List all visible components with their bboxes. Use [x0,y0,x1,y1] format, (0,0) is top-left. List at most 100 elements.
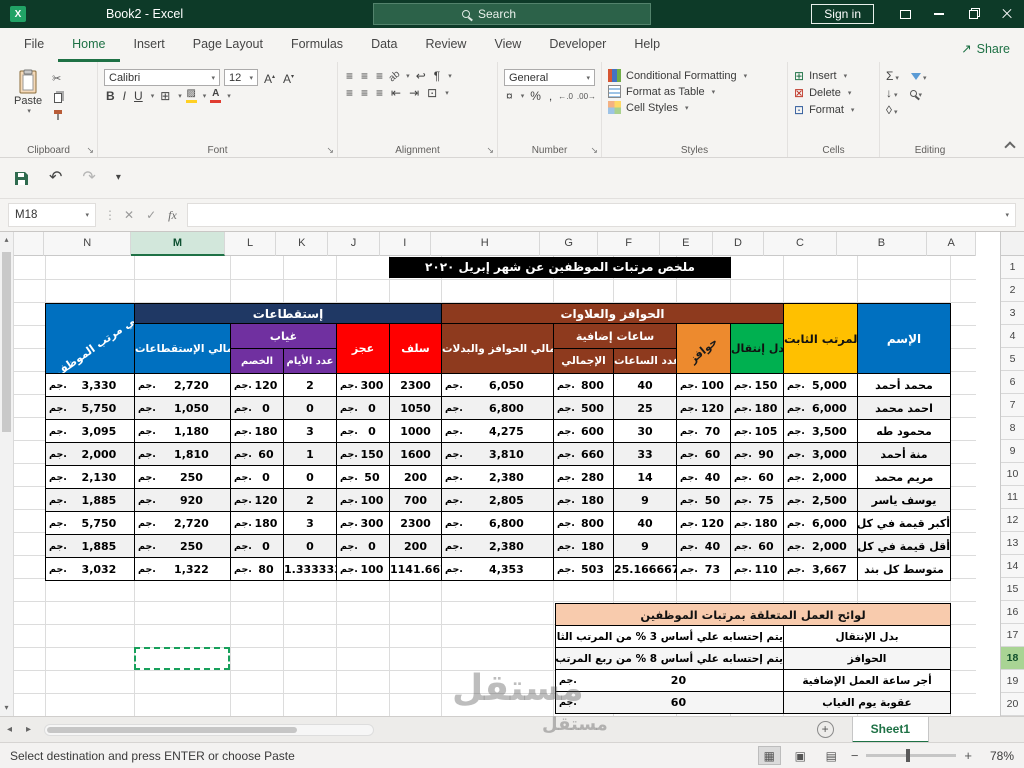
cell-total_deductions[interactable]: جم.1,322 [135,558,231,581]
rules-table-title[interactable]: لوائح العمل المتعلقة بمرتبات الموظفين [556,604,951,626]
rule-value[interactable]: يتم إحتسابه علي أساس 3 % من المرتب الثاب… [556,626,784,648]
cell-advances[interactable]: 1600 [390,443,442,466]
cell-days[interactable]: 1 [284,443,337,466]
cell-total_deductions[interactable]: جم.2,720 [135,374,231,397]
row-header-8[interactable]: 8 [1001,417,1024,440]
header-group-incentives[interactable]: الحوافز والعلاوات [442,304,784,324]
paste-button[interactable]: Paste▾ [6,66,50,121]
cell-hours[interactable]: 40 [614,374,677,397]
orientation-icon[interactable]: ab [387,68,403,84]
row-header-10[interactable]: 10 [1001,463,1024,486]
column-header-D[interactable]: D [713,232,765,256]
cell-transport[interactable]: جم.180 [731,397,784,420]
name-box[interactable]: M18▾ [8,203,96,227]
cell-overtime_total[interactable]: جم.800 [554,374,614,397]
sign-in-button[interactable]: Sign in [811,4,874,24]
column-header-C[interactable]: C [764,232,836,256]
zoom-slider-thumb[interactable] [906,749,910,762]
row-header-9[interactable]: 9 [1001,440,1024,463]
new-sheet-icon[interactable]: + [817,721,834,738]
cell-hours[interactable]: 30 [614,420,677,443]
cell-incentives[interactable]: جم.120 [677,512,731,535]
cell-total_incentives[interactable]: جم.2,380 [442,535,554,558]
redo-icon[interactable]: ↷ [82,170,95,186]
cell-total_incentives[interactable]: جم.4,353 [442,558,554,581]
cell-advances[interactable]: 200 [390,466,442,489]
cell-total_deductions[interactable]: جم.920 [135,489,231,512]
horizontal-scroll-thumb[interactable] [47,727,297,733]
format-cells-button[interactable]: ⊡Format▾ [794,103,873,117]
cell-total_deductions[interactable]: جم.1,050 [135,397,231,420]
font-size-select[interactable]: 12▾ [224,69,258,86]
header-overtime[interactable]: ساعات إضافية [554,324,677,349]
cell-advances[interactable]: 200 [390,535,442,558]
cell-absence_deduction[interactable]: جم.120 [231,374,284,397]
cell-total_deductions[interactable]: جم.1,180 [135,420,231,443]
cell-base[interactable]: جم.2,500 [784,489,858,512]
cell-hours[interactable]: 14 [614,466,677,489]
row-header-19[interactable]: 19 [1001,670,1024,693]
copy-icon[interactable] [54,93,62,103]
rule-value[interactable]: جم.20 [556,670,784,692]
column-header-H[interactable]: H [431,232,540,256]
cell-base[interactable]: جم.6,000 [784,397,858,420]
cell-net[interactable]: جم.5,750 [46,512,135,535]
cell-incentives[interactable]: جم.120 [677,397,731,420]
cell-total_deductions[interactable]: جم.250 [135,466,231,489]
page-break-view-icon[interactable]: ▤ [820,746,843,765]
cell-transport[interactable]: جم.110 [731,558,784,581]
cell-days[interactable]: 3 [284,420,337,443]
fill-color-icon[interactable]: ▨ [186,89,197,103]
cell-total_deductions[interactable]: جم.1,810 [135,443,231,466]
header-incentives[interactable]: حوافز [677,324,731,374]
zoom-slider[interactable] [866,754,956,757]
header-absence-days[interactable]: عدد الأيام [284,349,337,374]
cell-total_incentives[interactable]: جم.6,800 [442,397,554,420]
horizontal-scrollbar[interactable] [44,724,374,736]
cell-hours[interactable]: 9 [614,535,677,558]
cell-deficit[interactable]: جم.150 [337,443,390,466]
cell-base[interactable]: جم.3,667 [784,558,858,581]
next-sheet-icon[interactable]: ▸ [19,724,38,735]
increase-font-icon[interactable]: A▴ [262,70,277,86]
decrease-decimal-icon[interactable]: .00→ [577,92,596,101]
cell-base[interactable]: جم.3,500 [784,420,858,443]
ribbon-display-options-icon[interactable] [888,0,922,28]
cell-incentives[interactable]: جم.60 [677,443,731,466]
cell-net[interactable]: جم.2,130 [46,466,135,489]
header-total-incentives[interactable]: إجمالي الحوافز والبدلات [442,324,554,374]
row-header-18[interactable]: 18 [1001,647,1024,670]
cell-incentives[interactable]: جم.70 [677,420,731,443]
column-header-E[interactable]: E [660,232,713,256]
cell-net[interactable]: جم.5,750 [46,397,135,420]
column-header-K[interactable]: K [276,232,328,256]
cell-total_incentives[interactable]: جم.3,810 [442,443,554,466]
header-advances[interactable]: سلف [390,324,442,374]
cell-net[interactable]: جم.1,885 [46,489,135,512]
tab-insert[interactable]: Insert [120,29,179,62]
tab-file[interactable]: File [10,29,58,62]
align-left-icon[interactable]: ≡ [344,86,355,100]
cell-total_incentives[interactable]: جم.6,800 [442,512,554,535]
cell-overtime_total[interactable]: جم.180 [554,489,614,512]
cancel-icon[interactable]: ✕ [124,208,134,222]
align-middle-icon[interactable]: ≡ [359,69,370,83]
bold-button[interactable]: B [104,89,117,103]
cell-overtime_total[interactable]: جم.800 [554,512,614,535]
cell-overtime_total[interactable]: جم.660 [554,443,614,466]
align-bottom-icon[interactable]: ≡ [374,69,385,83]
rule-value[interactable]: جم.60 [556,692,784,714]
cell-deficit[interactable]: جم.100 [337,489,390,512]
close-button[interactable] [990,0,1024,28]
header-name[interactable]: الإسم [858,304,951,374]
tab-help[interactable]: Help [620,29,674,62]
tab-developer[interactable]: Developer [535,29,620,62]
fill-icon[interactable]: ↓▾ [886,86,898,100]
cell-transport[interactable]: جم.60 [731,466,784,489]
cell-advances[interactable]: 700 [390,489,442,512]
select-all-corner[interactable] [1000,232,1024,256]
cell-deficit[interactable]: جم.0 [337,535,390,558]
sheet-title-cell[interactable]: ملخص مرتبات الموظفين عن شهر إبريل ٢٠٢٠ [389,257,731,278]
number-format-select[interactable]: General▾ [504,69,595,86]
sort-filter-icon[interactable]: ▾ [911,69,927,83]
